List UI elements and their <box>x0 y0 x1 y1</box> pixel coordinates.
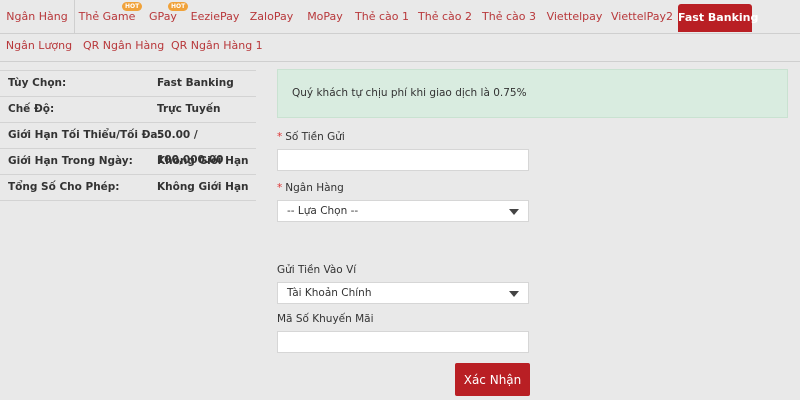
payment-method-tabs: Ngân Hàng Thẻ Game HOT GPay HOT EeziePay Z… <box>0 0 800 34</box>
bank-label: * Ngân Hàng <box>277 182 344 194</box>
amount-label: * Số Tiền Gửi <box>277 131 345 143</box>
hot-badge: HOT <box>168 2 189 11</box>
tab-label: EeziePay <box>190 10 240 23</box>
info-row-total-allowed: Tổng Số Cho Phép: Không Giới Hạn <box>0 174 256 201</box>
tab-qr-ngan-hang-1[interactable]: QR Ngân Hàng 1 <box>171 33 263 61</box>
tab-the-cao-2[interactable]: Thẻ cào 2 <box>414 0 476 33</box>
tab-label: QR Ngân Hàng 1 <box>171 39 263 52</box>
tab-ngan-hang[interactable]: Ngân Hàng <box>0 0 75 33</box>
info-value: Không Giới Hạn <box>157 181 249 193</box>
info-value: Fast Banking <box>157 77 234 89</box>
promo-label: Mã Số Khuyến Mãi <box>277 313 374 325</box>
wallet-select[interactable]: Tài Khoản Chính <box>277 282 529 304</box>
fee-notice: Quý khách tự chịu phí khi giao dịch là 0… <box>277 69 788 118</box>
tab-label: Ngân Lượng <box>5 39 73 52</box>
tab-label: Thẻ cào 1 <box>355 10 409 23</box>
info-row-mode: Chế Độ: Trực Tuyến <box>0 96 256 122</box>
tab-the-game[interactable]: Thẻ Game HOT <box>76 0 143 33</box>
required-mark: * <box>277 182 283 194</box>
tab-viettelpay2[interactable]: ViettelPay2 <box>608 0 676 33</box>
tab-label: Thẻ cào 3 <box>482 10 536 23</box>
info-label: Giới Hạn Trong Ngày: <box>8 155 133 167</box>
tab-label: Viettelpay <box>546 10 603 23</box>
amount-label-text: Số Tiền Gửi <box>285 131 345 143</box>
info-row-min-max: Giới Hạn Tối Thiểu/Tối Đa: 50.00 / 100,0… <box>0 122 256 166</box>
info-label: Tổng Số Cho Phép: <box>8 181 120 193</box>
tab-ngan-luong[interactable]: Ngân Lượng <box>3 33 75 61</box>
bank-label-text: Ngân Hàng <box>285 182 344 194</box>
wallet-label: Gửi Tiền Vào Ví <box>277 264 357 276</box>
tab-label: ViettelPay2 <box>611 10 673 23</box>
deposit-info-table: Tùy Chọn: Fast Banking Chế Độ: Trực Tuyế… <box>0 70 256 201</box>
tab-fast-banking[interactable]: Fast Banking <box>678 4 758 32</box>
tab-qr-ngan-hang[interactable]: QR Ngân Hàng <box>83 33 165 61</box>
promo-code-input[interactable] <box>277 331 529 353</box>
info-label: Chế Độ: <box>8 103 55 115</box>
tab-zalopay[interactable]: ZaloPay <box>244 0 299 33</box>
info-value: Trực Tuyến <box>157 103 221 115</box>
info-row-daily-limit: Giới Hạn Trong Ngày: Không Giới Hạn <box>0 148 256 174</box>
confirm-button[interactable]: Xác Nhận <box>455 363 530 396</box>
required-mark: * <box>277 131 283 143</box>
tab-the-cao-3[interactable]: Thẻ cào 3 <box>478 0 540 33</box>
tab-label: Thẻ cào 2 <box>418 10 472 23</box>
tab-mopay[interactable]: MoPay <box>301 0 349 33</box>
info-label: Tùy Chọn: <box>8 77 67 89</box>
tab-label: Ngân Hàng <box>6 10 68 23</box>
tab-label: Fast Banking <box>678 11 759 24</box>
amount-input[interactable] <box>277 149 529 171</box>
info-label: Giới Hạn Tối Thiểu/Tối Đa: <box>8 129 162 141</box>
tab-label: GPay <box>149 10 177 23</box>
tab-label: MoPay <box>307 10 343 23</box>
info-value: Không Giới Hạn <box>157 155 249 167</box>
tab-eeziepay[interactable]: EeziePay <box>188 0 242 33</box>
payment-method-tabs-row2: Ngân Lượng QR Ngân Hàng QR Ngân Hàng 1 <box>0 33 800 62</box>
tab-label: ZaloPay <box>249 10 294 23</box>
chevron-down-icon <box>509 209 519 215</box>
info-row-option: Tùy Chọn: Fast Banking <box>0 70 256 96</box>
tab-label: Thẻ Game <box>78 10 136 23</box>
tab-viettelpay[interactable]: Viettelpay <box>543 0 606 33</box>
bank-select[interactable]: -- Lựa Chọn -- <box>277 200 529 222</box>
tab-the-cao-1[interactable]: Thẻ cào 1 <box>351 0 413 33</box>
bank-select-value: -- Lựa Chọn -- <box>287 205 359 217</box>
chevron-down-icon <box>509 291 519 297</box>
tab-label: QR Ngân Hàng <box>83 39 165 52</box>
tab-gpay[interactable]: GPay HOT <box>140 0 189 33</box>
wallet-select-value: Tài Khoản Chính <box>287 287 372 299</box>
